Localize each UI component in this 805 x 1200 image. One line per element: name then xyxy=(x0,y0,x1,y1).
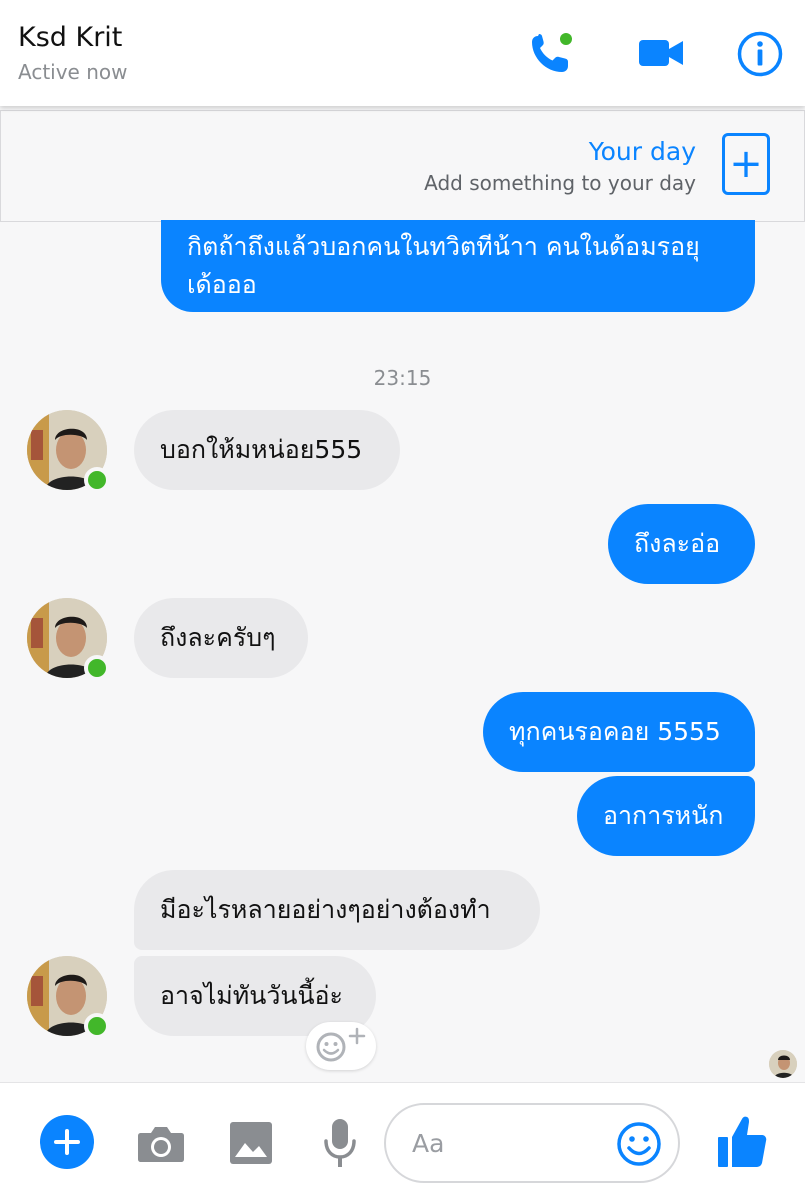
seen-avatar-photo xyxy=(769,1050,797,1078)
active-status: Active now xyxy=(18,60,128,84)
plus-icon xyxy=(54,1129,80,1155)
message-text: อาการหนัก xyxy=(603,801,724,830)
camera-icon[interactable] xyxy=(137,1123,185,1163)
message-text: มีอะไรหลายอย่างๆอย่างต้องทำ xyxy=(160,895,491,924)
online-indicator xyxy=(84,1013,110,1039)
microphone-icon[interactable] xyxy=(322,1117,358,1169)
video-camera-icon[interactable] xyxy=(638,36,684,70)
your-day-subtitle: Add something to your day xyxy=(424,171,696,195)
emoji-icon[interactable] xyxy=(616,1121,662,1167)
contact-avatar[interactable] xyxy=(27,956,110,1039)
message-text: ถึงละครับๆ xyxy=(160,623,276,652)
more-actions-button[interactable] xyxy=(40,1115,94,1169)
message-bubble-incoming[interactable]: บอกให้มหน่อย555 xyxy=(134,410,400,490)
message-text: กิตถ้าถึงแล้วบอกคนในทวิตทีน้าา คนในด้อมร… xyxy=(187,232,700,261)
your-day-card: Your day Add something to your day + xyxy=(0,110,805,222)
message-bubble-incoming[interactable]: ถึงละครับๆ xyxy=(134,598,308,678)
your-day-title[interactable]: Your day xyxy=(589,137,696,166)
add-reaction-icon xyxy=(316,1027,366,1062)
contact-name[interactable]: Ksd Krit xyxy=(18,22,122,53)
gallery-icon[interactable] xyxy=(229,1121,273,1165)
online-indicator xyxy=(84,655,110,681)
add-to-day-button[interactable]: + xyxy=(722,133,770,195)
contact-avatar[interactable] xyxy=(27,598,110,681)
message-text: ถึงละอ่อ xyxy=(634,529,721,558)
message-text: อาจไม่ทันวันนี้อ่ะ xyxy=(160,981,343,1010)
message-text: เด้อออ xyxy=(187,270,257,299)
message-bubble-outgoing[interactable]: ถึงละอ่อ xyxy=(608,504,755,584)
contact-avatar[interactable] xyxy=(27,410,110,493)
info-icon[interactable] xyxy=(736,30,784,78)
message-bubble-incoming[interactable]: มีอะไรหลายอย่างๆอย่างต้องทำ xyxy=(134,870,540,950)
message-timestamp: 23:15 xyxy=(373,366,432,390)
message-text: ทุกคนรอคอย 5555 xyxy=(509,717,721,746)
plus-icon: + xyxy=(729,141,763,187)
message-bubble-outgoing[interactable]: ทุกคนรอคอย 5555 xyxy=(483,692,755,772)
add-reaction-button[interactable] xyxy=(306,1022,376,1070)
online-indicator xyxy=(84,467,110,493)
message-input-container[interactable] xyxy=(384,1103,680,1183)
message-bubble-outgoing[interactable]: กิตถ้าถึงแล้วบอกคนในทวิตทีน้าา คนในด้อมร… xyxy=(161,220,755,312)
message-bubble-outgoing[interactable]: อาการหนัก xyxy=(577,776,755,856)
message-composer xyxy=(0,1082,805,1200)
seen-avatar xyxy=(769,1050,797,1078)
message-input[interactable] xyxy=(412,1123,602,1163)
message-text: บอกให้มหน่อย555 xyxy=(160,435,363,464)
chat-header: Ksd Krit Active now xyxy=(0,0,805,106)
phone-call-icon[interactable] xyxy=(528,30,576,76)
thumbs-up-icon[interactable] xyxy=(716,1113,768,1169)
